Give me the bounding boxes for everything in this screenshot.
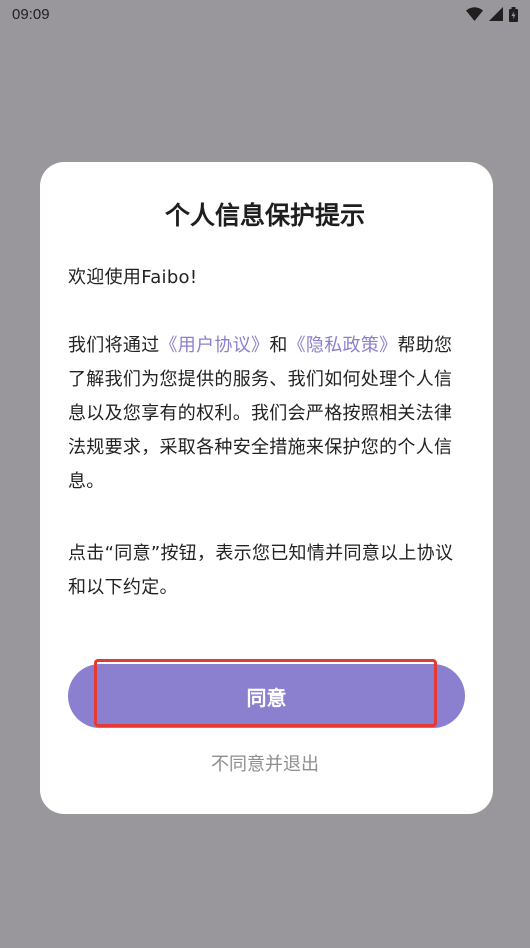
welcome-text: 欢迎使用Faibo! <box>68 267 198 288</box>
status-time: 09:09 <box>12 5 50 23</box>
wifi-icon <box>466 7 483 21</box>
battery-icon <box>509 6 518 22</box>
policy-text-post: 帮助您了解我们为您提供的服务、我们如何处理个人信息以及您享有的权利。我们会严格按… <box>68 335 453 492</box>
signal-icon <box>489 7 503 21</box>
dialog-title: 个人信息保护提示 <box>164 201 365 230</box>
policy-text-pre: 我们将通过 <box>68 335 160 356</box>
status-icons <box>466 6 518 22</box>
status-bar: 09:09 <box>0 0 530 28</box>
policy-paragraph: 我们将通过《用户协议》和《隐私政策》帮助您了解我们为您提供的服务、我们如何处理个… <box>68 329 462 499</box>
user-agreement-link[interactable]: 《用户协议》 <box>160 335 270 356</box>
decline-exit-button[interactable]: 不同意并退出 <box>165 746 365 780</box>
policy-text-and: 和 <box>269 335 288 356</box>
agree-notice-text: 点击“同意”按钮，表示您已知情并同意以上协议和以下约定。 <box>68 543 454 598</box>
agree-button[interactable]: 同意 <box>68 664 465 728</box>
privacy-policy-link[interactable]: 《隐私政策》 <box>288 335 398 356</box>
